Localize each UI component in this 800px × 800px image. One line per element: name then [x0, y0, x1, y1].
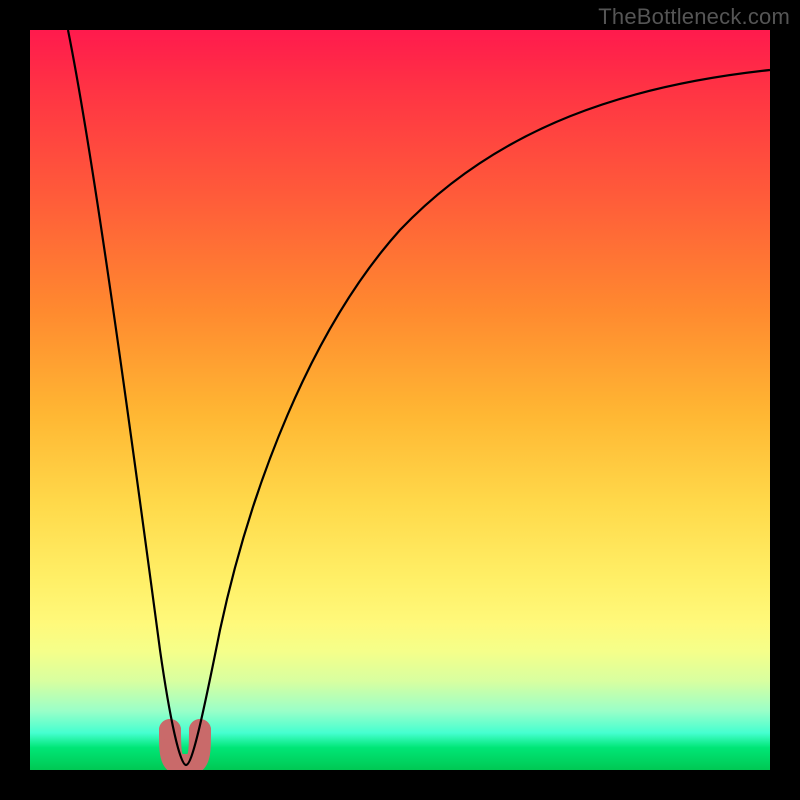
curve-layer: [30, 30, 770, 770]
watermark: TheBottleneck.com: [598, 4, 790, 30]
optimal-zone-marker: [159, 719, 211, 765]
bottleneck-curve: [68, 30, 770, 765]
chart-area: [30, 30, 770, 770]
